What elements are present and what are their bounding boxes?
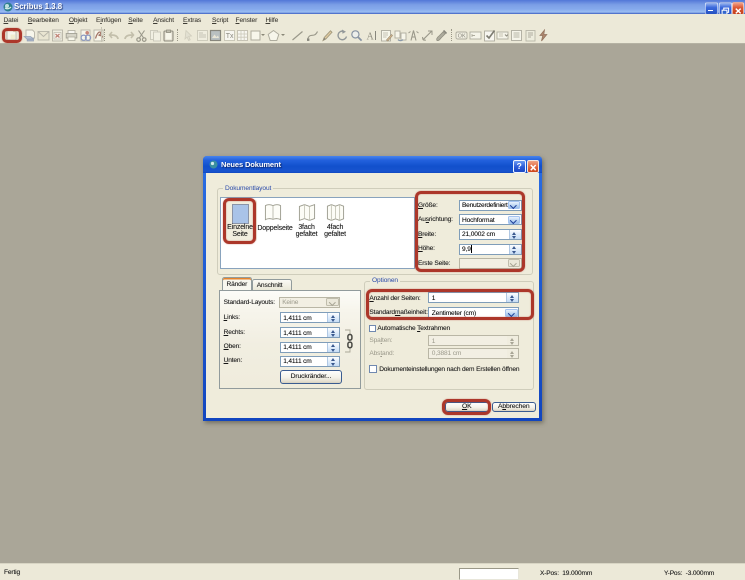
svg-text:A: A [367,31,375,42]
svg-text:OK: OK [457,33,465,39]
svg-text:Tx: Tx [225,33,233,40]
